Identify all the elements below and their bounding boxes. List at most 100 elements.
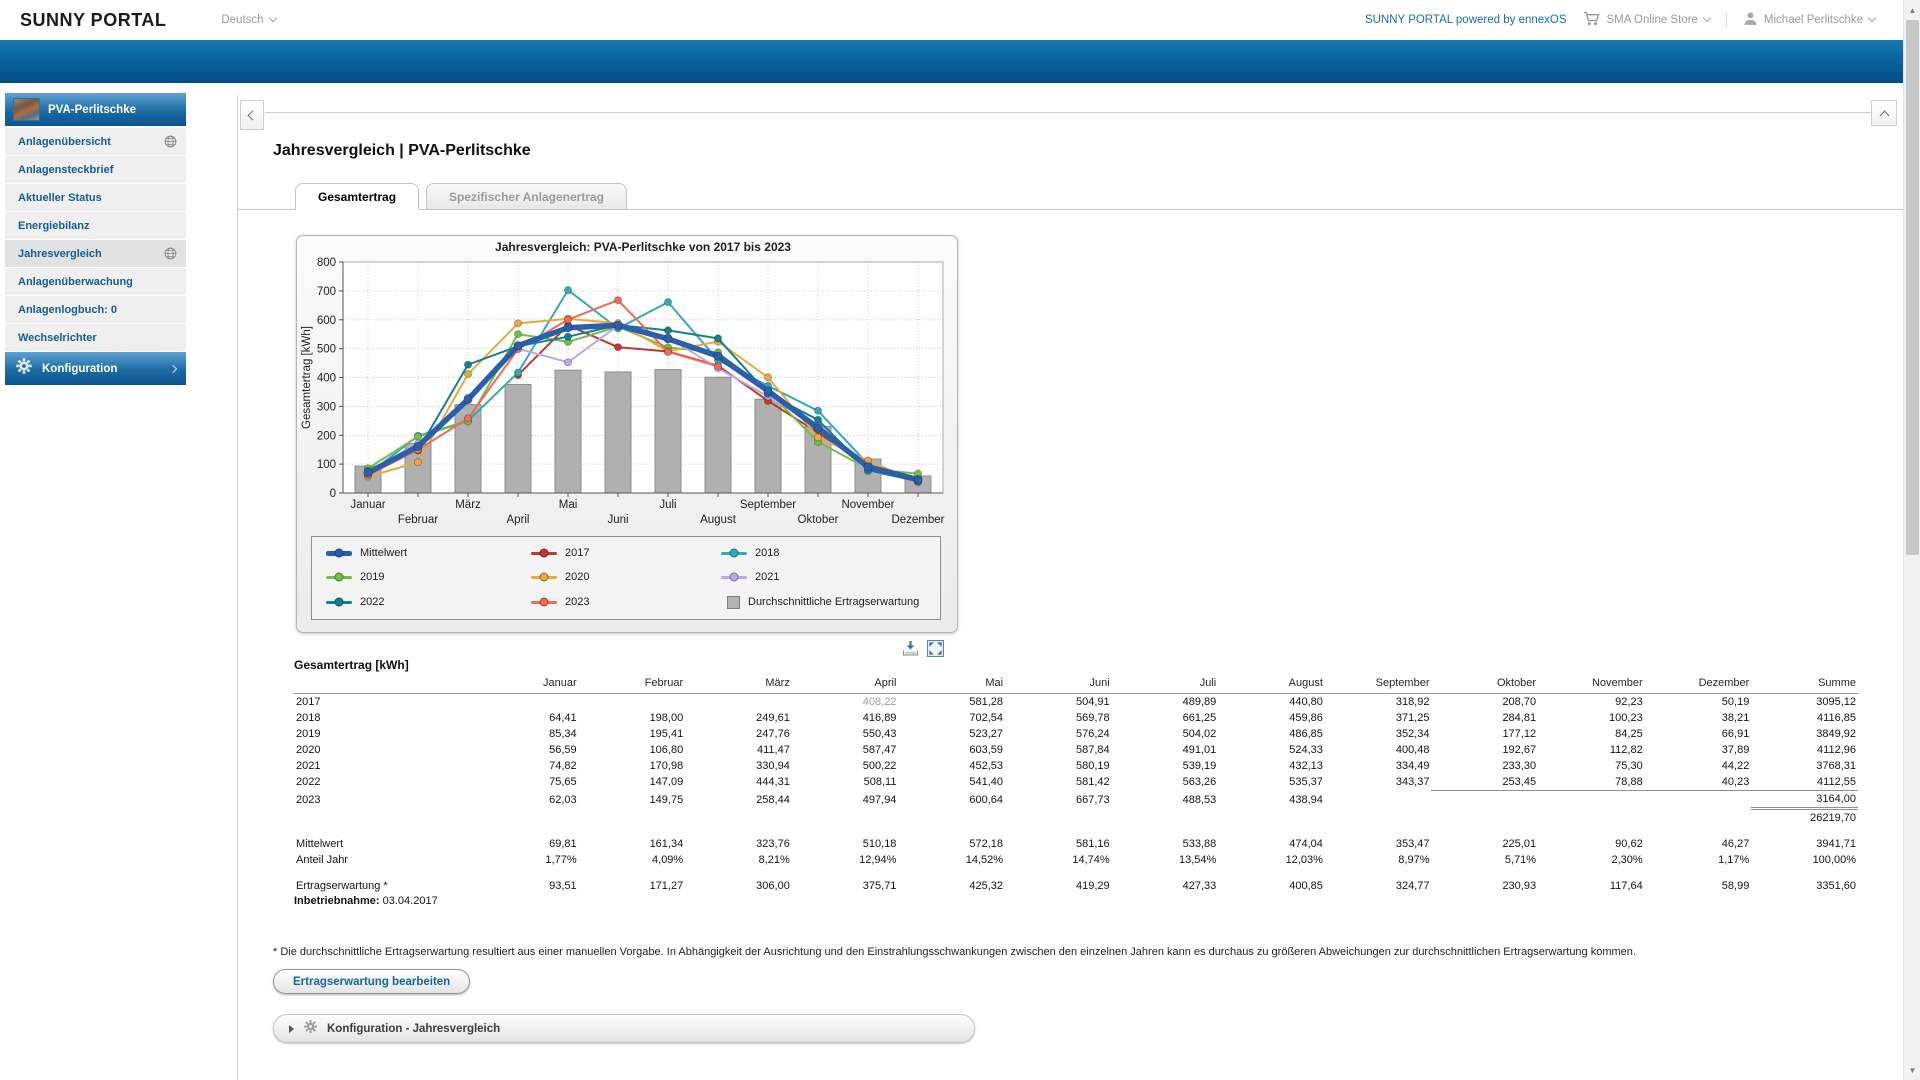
vertical-scrollbar[interactable]: ▲ ▼ — [1903, 0, 1920, 1080]
sma-online-store-link[interactable]: SMA Online Store — [1583, 11, 1710, 29]
download-chart-icon[interactable] — [901, 640, 920, 657]
table-cell: 452,53 — [898, 758, 1005, 774]
sidebar-item-jahresvergleich[interactable]: Jahresvergleich — [5, 240, 186, 267]
grand-total-row: 26219,70 — [294, 809, 1858, 827]
table-cell: 62,03 — [472, 791, 579, 809]
table-cell — [579, 809, 686, 827]
svg-text:200: 200 — [317, 430, 336, 442]
table-cell: 161,34 — [579, 836, 686, 852]
table-cell: 600,64 — [898, 791, 1005, 809]
svg-text:Oktober: Oktober — [798, 514, 839, 526]
column-header: März — [685, 675, 792, 694]
table-row: 2017408,22581,28504,91489,89440,80318,92… — [294, 694, 1858, 711]
svg-text:0: 0 — [330, 488, 336, 500]
table-cell — [294, 868, 472, 878]
tab-spezifischer-anlagenertrag[interactable]: Spezifischer Anlagenertrag — [426, 183, 627, 210]
table-cell: 58,99 — [1645, 878, 1752, 894]
table-cell: 208,70 — [1431, 694, 1538, 711]
gear-icon — [15, 357, 33, 380]
table-cell: 550,43 — [792, 726, 899, 742]
table-cell — [1218, 809, 1325, 827]
sidebar-item-anlagen-berwachung[interactable]: Anlagenüberwachung — [5, 268, 186, 295]
table-cell: 74,82 — [472, 758, 579, 774]
konfiguration-label: Konfiguration — [42, 363, 117, 375]
table-cell: 419,29 — [1005, 878, 1112, 894]
table-cell: 84,25 — [1538, 726, 1645, 742]
legend-item-2017: 2017 — [531, 547, 721, 559]
table-cell: 171,27 — [579, 878, 686, 894]
user-menu[interactable]: Michael Perlitschke — [1743, 11, 1875, 29]
table-cell — [1325, 809, 1432, 827]
collapse-panel-button[interactable] — [1871, 100, 1897, 126]
table-row-mittelwert: Mittelwert69,81161,34323,76510,18572,185… — [294, 836, 1858, 852]
row-label: 2019 — [294, 726, 472, 742]
divider — [265, 112, 1871, 113]
legend-item-2021: 2021 — [721, 571, 926, 583]
chart-legend: Mittelwert2017201820192020202120222023Du… — [311, 536, 941, 620]
globe-icon — [164, 247, 177, 260]
table-cell: 459,86 — [1218, 710, 1325, 726]
config-accordion[interactable]: Konfiguration - Jahresvergleich — [273, 1014, 975, 1043]
scrollbar-thumb[interactable] — [1906, 20, 1919, 555]
collapse-sidebar-button[interactable] — [240, 100, 264, 130]
sidebar-item-anlagen-bersicht[interactable]: Anlagenübersicht — [5, 128, 186, 155]
language-selector[interactable]: Deutsch — [221, 14, 275, 26]
powered-by-ennexos-link[interactable]: SUNNY PORTAL powered by ennexOS — [1365, 14, 1567, 26]
sidebar-item-wechselrichter[interactable]: Wechselrichter — [5, 324, 186, 351]
commissioning-date: Inbetriebnahme: 03.04.2017 — [294, 895, 1858, 907]
tab-gesamtertrag[interactable]: Gesamtertrag — [295, 183, 419, 210]
edit-expectation-button[interactable]: Ertragserwartung bearbeiten — [273, 969, 470, 994]
cart-icon — [1583, 11, 1601, 29]
table-cell: 66,91 — [1645, 726, 1752, 742]
sidebar-item-energiebilanz[interactable]: Energiebilanz — [5, 212, 186, 239]
scroll-down-arrow[interactable]: ▼ — [1904, 1062, 1920, 1078]
table-cell: 440,80 — [1218, 694, 1325, 711]
sidebar-item-anlagenlogbuch-0[interactable]: Anlagenlogbuch: 0 — [5, 296, 186, 323]
table-cell: 563,26 — [1112, 774, 1219, 791]
table-cell — [792, 809, 899, 827]
table-cell: 3941,71 — [1751, 836, 1858, 852]
table-cell: 576,24 — [1005, 726, 1112, 742]
table-cell — [898, 809, 1005, 827]
svg-text:Juni: Juni — [607, 514, 628, 526]
table-cell: 230,93 — [1431, 878, 1538, 894]
table-cell: 284,81 — [1431, 710, 1538, 726]
svg-text:600: 600 — [317, 315, 336, 327]
table-row: 202056,59106,80411,47587,47603,59587,844… — [294, 742, 1858, 758]
svg-text:Februar: Februar — [398, 514, 438, 526]
banner-bar — [0, 40, 1920, 83]
table-cell: 572,18 — [898, 836, 1005, 852]
table-cell: 1,17% — [1645, 852, 1752, 868]
table-cell: 14,74% — [1005, 852, 1112, 868]
svg-text:400: 400 — [317, 373, 336, 385]
sidebar-item-anlagensteckbrief[interactable]: Anlagensteckbrief — [5, 156, 186, 183]
column-header: Juni — [1005, 675, 1112, 694]
sidebar-item-konfiguration[interactable]: Konfiguration — [5, 352, 186, 385]
table-cell: 14,52% — [898, 852, 1005, 868]
table-cell: 4,09% — [579, 852, 686, 868]
column-header: April — [792, 675, 899, 694]
column-header: Dezember — [1645, 675, 1752, 694]
table-cell: 13,54% — [1112, 852, 1219, 868]
svg-text:300: 300 — [317, 401, 336, 413]
scroll-up-arrow[interactable]: ▲ — [1904, 2, 1920, 18]
table-cell: 702,54 — [898, 710, 1005, 726]
row-label: 2022 — [294, 774, 472, 791]
sidebar-item-label: Aktueller Status — [18, 192, 102, 204]
table-cell — [1325, 791, 1432, 809]
fullscreen-chart-icon[interactable] — [927, 640, 944, 657]
plant-header[interactable]: PVA-Perlitschke — [5, 93, 186, 126]
table-cell: 195,41 — [579, 726, 686, 742]
globe-icon — [164, 135, 177, 148]
svg-text:Januar: Januar — [350, 499, 385, 511]
row-label: 2017 — [294, 694, 472, 711]
table-cell: 318,92 — [1325, 694, 1432, 711]
column-header: Mai — [898, 675, 1005, 694]
top-bar: SUNNY PORTAL Deutsch SUNNY PORTAL powere… — [0, 0, 1920, 40]
table-cell — [1431, 791, 1538, 809]
svg-text:Jahresvergleich: PVA-Perlitsch: Jahresvergleich: PVA-Perlitschke von 201… — [495, 240, 791, 254]
table-cell: 37,89 — [1645, 742, 1752, 758]
sidebar-item-aktueller-status[interactable]: Aktueller Status — [5, 184, 186, 211]
table-cell: 343,37 — [1325, 774, 1432, 791]
table-cell: 46,27 — [1645, 836, 1752, 852]
